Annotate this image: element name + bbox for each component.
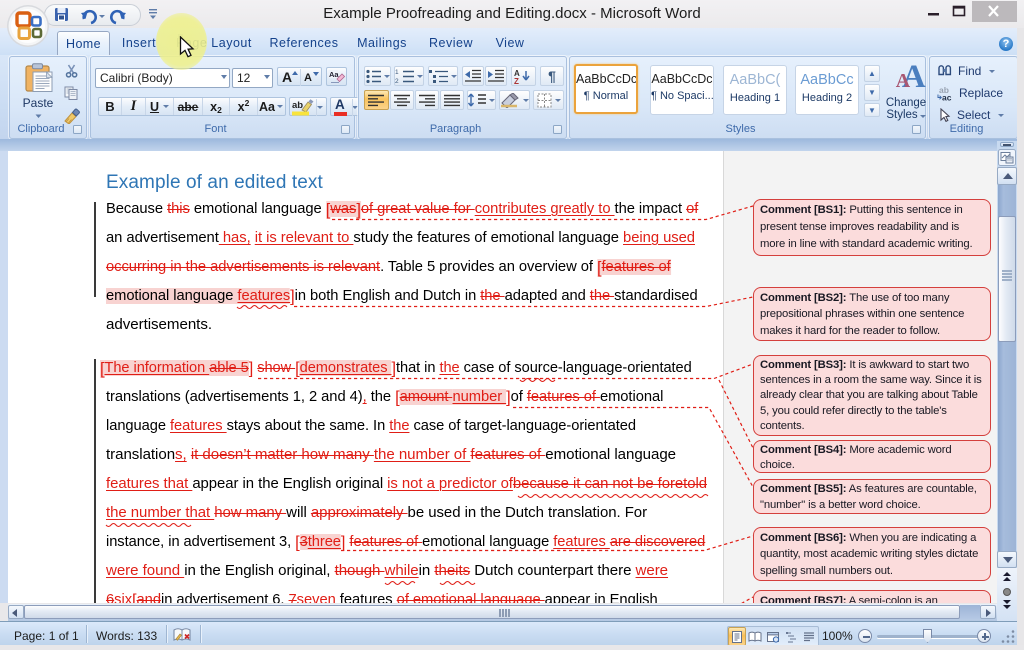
svg-text:ab: ab: [292, 100, 303, 111]
svg-text:Z: Z: [514, 77, 519, 84]
svg-text:2: 2: [395, 78, 399, 83]
svg-text:1: 1: [395, 69, 399, 76]
svg-text:ac: ac: [942, 92, 952, 101]
